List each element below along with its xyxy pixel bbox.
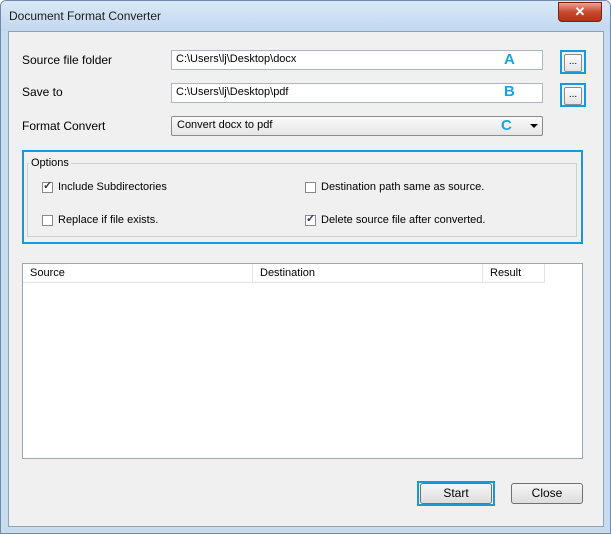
include-subdirectories-checkbox[interactable]: Include Subdirectories [42, 179, 167, 193]
results-list[interactable]: Source Destination Result [22, 263, 583, 459]
source-folder-input[interactable]: C:\Users\lj\Desktop\docx [171, 50, 543, 70]
delete-source-checkbox[interactable]: Delete source file after converted. [305, 212, 486, 226]
chevron-down-icon [530, 124, 538, 128]
replace-if-exists-label: Replace if file exists. [58, 214, 159, 226]
destination-same-checkbox[interactable]: Destination path same as source. [305, 181, 484, 193]
checkbox-unchecked-icon [305, 181, 316, 193]
replace-if-exists-checkbox[interactable]: Replace if file exists. [42, 214, 158, 226]
dialog-body: Source file folder C:\Users\lj\Desktop\d… [8, 31, 604, 527]
checkbox-checked-icon [305, 212, 316, 226]
browse-save-button[interactable]: ... [564, 87, 582, 105]
delete-source-label: Delete source file after converted. [321, 214, 486, 226]
close-icon: ✕ [574, 4, 586, 19]
format-convert-select[interactable]: Convert docx to pdf C [171, 116, 543, 136]
save-to-input[interactable]: C:\Users\lj\Desktop\pdf [171, 83, 543, 103]
window-title: Document Format Converter [9, 9, 162, 23]
save-to-label: Save to [22, 85, 63, 99]
options-title: Options [29, 157, 71, 169]
window-close-button[interactable]: ✕ [558, 2, 602, 22]
column-header-destination[interactable]: Destination [253, 264, 483, 283]
source-folder-label: Source file folder [22, 53, 113, 67]
include-subdirectories-label: Include Subdirectories [58, 181, 167, 193]
annotation-a: A [504, 51, 515, 68]
title-bar[interactable]: Document Format Converter ✕ [1, 1, 610, 31]
checkbox-checked-icon [42, 179, 53, 193]
column-header-result[interactable]: Result [483, 264, 545, 283]
annotation-c: C [501, 117, 512, 134]
annotation-b: B [504, 83, 515, 100]
destination-same-label: Destination path same as source. [321, 181, 485, 193]
close-button[interactable]: Close [511, 483, 583, 504]
start-button[interactable]: Start [420, 483, 492, 504]
main-window: Document Format Converter ✕ Source file … [0, 0, 611, 534]
browse-source-button[interactable]: ... [564, 54, 582, 72]
format-convert-label: Format Convert [22, 119, 106, 133]
column-header-source[interactable]: Source [23, 264, 253, 283]
checkbox-unchecked-icon [42, 214, 53, 226]
format-convert-value: Convert docx to pdf [177, 119, 273, 131]
